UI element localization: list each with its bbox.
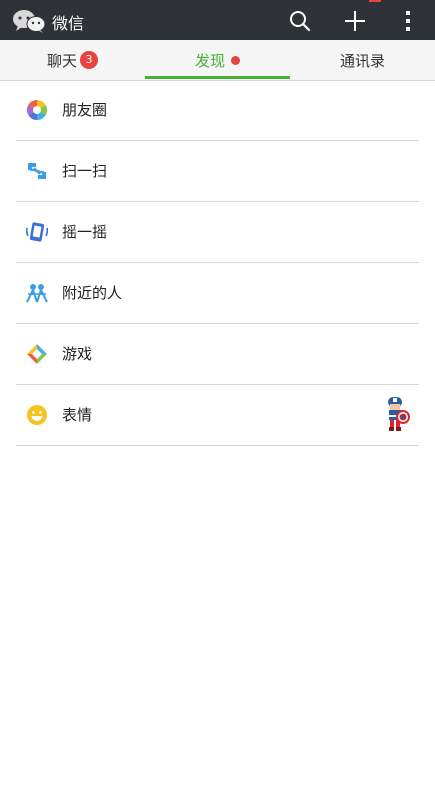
list-item-label: 表情: [62, 406, 93, 424]
games-icon: [27, 344, 47, 364]
notification-mark: [369, 0, 381, 2]
list-item-scan[interactable]: 扫一扫: [16, 141, 419, 202]
wechat-logo-icon: [13, 10, 46, 33]
tab-bar: 聊天 3 发现 通讯录: [0, 40, 435, 81]
list-item-label: 游戏: [62, 345, 93, 363]
unread-badge: 3: [80, 51, 98, 69]
tab-chats[interactable]: 聊天 3: [0, 40, 145, 80]
new-content-dot: [231, 55, 240, 65]
active-tab-indicator: [145, 76, 290, 79]
more-icon[interactable]: [393, 6, 423, 36]
tab-discover-label: 发现: [194, 51, 225, 70]
tab-contacts-label: 通讯录: [339, 51, 385, 70]
sticker-preview-icon: [388, 397, 410, 431]
tab-discover[interactable]: 发现: [145, 40, 290, 80]
discover-list: 朋友圈 扫一扫 摇一摇 附近的人 游戏 表情: [16, 80, 419, 446]
app-title: 微信: [52, 14, 85, 33]
moments-icon: [26, 99, 48, 121]
list-item-stickers[interactable]: 表情: [16, 385, 419, 446]
list-item-moments[interactable]: 朋友圈: [16, 80, 419, 141]
list-item-label: 朋友圈: [62, 101, 108, 119]
tab-chats-label: 聊天: [46, 51, 77, 70]
shake-icon: [26, 222, 48, 242]
list-item-label: 扫一扫: [62, 162, 108, 180]
list-item-games[interactable]: 游戏: [16, 324, 419, 385]
add-icon[interactable]: [340, 6, 370, 36]
list-item-label: 附近的人: [62, 284, 123, 302]
sticker-icon: [27, 405, 47, 425]
search-icon[interactable]: [285, 6, 315, 36]
list-item-shake[interactable]: 摇一摇: [16, 202, 419, 263]
top-bar: 微信: [0, 0, 435, 40]
list-item-label: 摇一摇: [62, 223, 108, 241]
people-nearby-icon: [26, 284, 48, 303]
tab-contacts[interactable]: 通讯录: [290, 40, 435, 80]
scan-icon: [28, 163, 46, 179]
list-item-people-nearby[interactable]: 附近的人: [16, 263, 419, 324]
